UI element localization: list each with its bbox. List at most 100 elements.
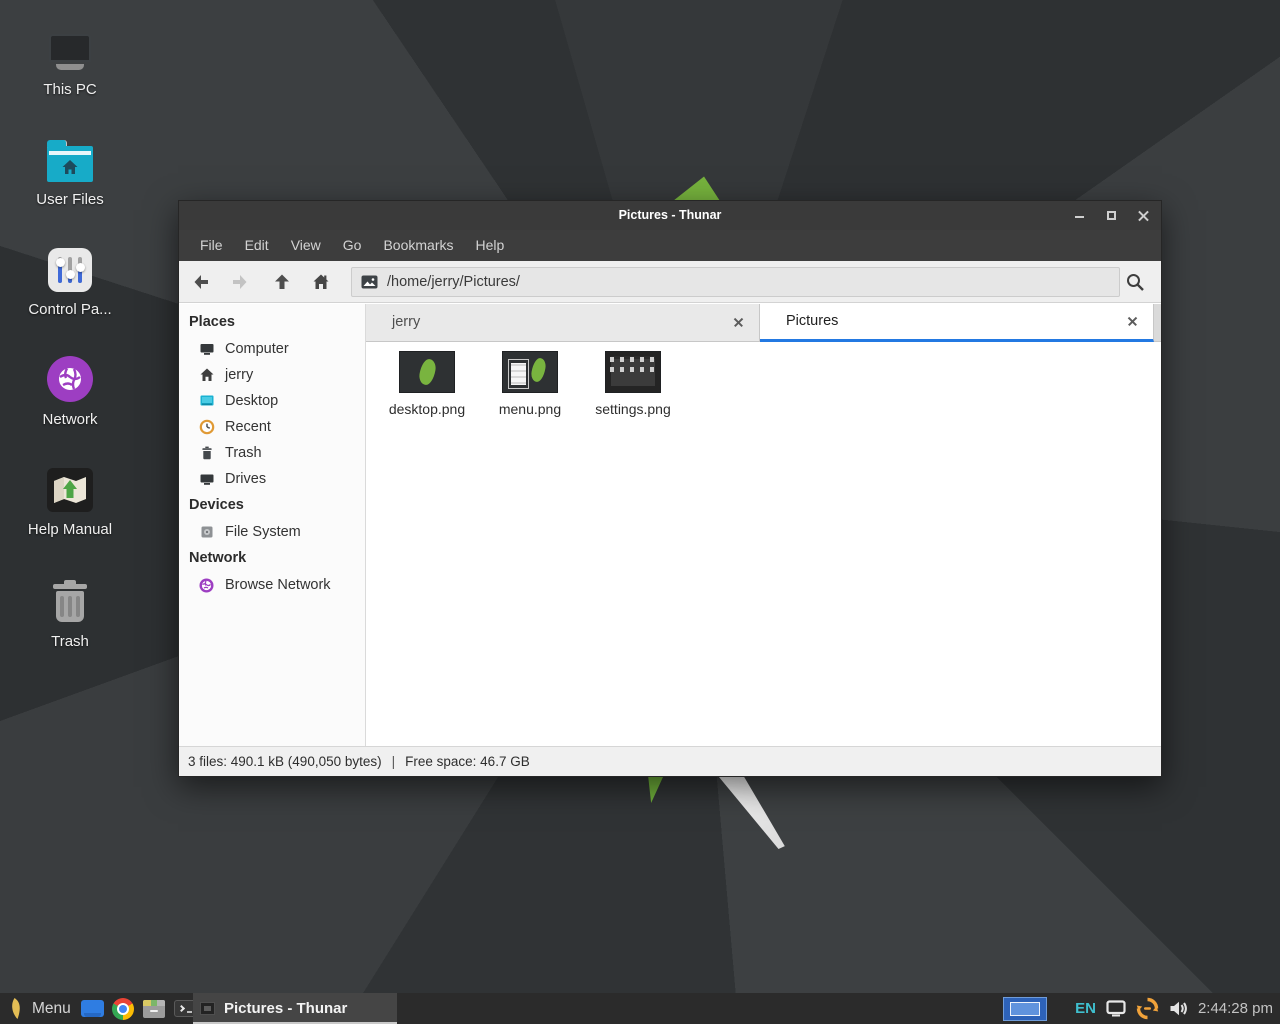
sidebar-item-file-system[interactable]: File System: [179, 519, 365, 545]
thumbnail-menu-png: [502, 351, 558, 393]
taskbar: Menu Pictures - Thunar EN: [0, 993, 1280, 1024]
path-text[interactable]: /home/jerry/Pictures/: [387, 274, 520, 290]
desktop-icon-help-manual[interactable]: Help Manual: [8, 462, 132, 538]
file-desktop-png[interactable]: desktop.png: [382, 351, 472, 417]
desktop-icon-control-panel[interactable]: Control Pa...: [8, 242, 132, 318]
sidebar-item-desktop[interactable]: Desktop: [179, 388, 365, 414]
update-manager-icon[interactable]: [1136, 997, 1159, 1020]
clock[interactable]: 2:44:28 pm: [1198, 1000, 1273, 1017]
file-cabinet-icon: [143, 1000, 165, 1018]
sidebar-item-trash[interactable]: Trash: [179, 440, 365, 466]
back-button[interactable]: [184, 267, 218, 297]
menu-file[interactable]: File: [189, 230, 234, 261]
sidebar-header-places: Places: [179, 309, 365, 336]
launcher-files[interactable]: [77, 993, 108, 1024]
menu-button[interactable]: Menu: [0, 993, 77, 1024]
file-name: menu.png: [485, 401, 575, 417]
file-view[interactable]: desktop.png menu.png settings.png: [367, 342, 1161, 746]
window-title: Pictures - Thunar: [179, 201, 1161, 230]
desktop: This PC User Files Control Pa...: [0, 0, 1280, 1024]
launcher-chrome[interactable]: [108, 993, 139, 1024]
desktop-icon-network[interactable]: Network: [8, 352, 132, 428]
launcher-file-manager[interactable]: [139, 993, 170, 1024]
menu-leaf-icon: [7, 997, 23, 1020]
desktop-icon-user-files[interactable]: User Files: [8, 132, 132, 208]
sidebar-item-computer[interactable]: Computer: [179, 336, 365, 362]
home-button[interactable]: [304, 267, 338, 297]
menu-help[interactable]: Help: [465, 230, 516, 261]
menubar: File Edit View Go Bookmarks Help: [179, 230, 1161, 261]
menu-bookmarks[interactable]: Bookmarks: [372, 230, 464, 261]
desktop-icon-label: Network: [8, 411, 132, 428]
desktop-icon-this-pc[interactable]: This PC: [8, 22, 132, 98]
home-icon: [311, 272, 331, 292]
tab-label: Pictures: [760, 304, 1153, 339]
status-bar: 3 files: 490.1 kB (490,050 bytes) | Free…: [179, 746, 1161, 776]
workspace-1[interactable]: [1010, 1002, 1040, 1016]
file-name: settings.png: [588, 401, 678, 417]
task-label: Pictures - Thunar: [224, 1000, 347, 1017]
desktop-icon-label: Control Pa...: [8, 301, 132, 318]
search-button[interactable]: [1117, 267, 1153, 297]
forward-button[interactable]: [223, 267, 257, 297]
desktop-icon-label: User Files: [8, 191, 132, 208]
status-free-space-text: Free space: 46.7 GB: [405, 754, 530, 769]
picture-icon: [361, 275, 378, 289]
sidebar-item-jerry[interactable]: jerry: [179, 362, 365, 388]
drives-icon: [198, 471, 215, 488]
system-tray: EN 2:44:28 pm: [1075, 993, 1280, 1024]
computer-icon: [198, 341, 215, 358]
sidebar-item-drives[interactable]: Drives: [179, 466, 365, 492]
file-settings-png[interactable]: settings.png: [588, 351, 678, 417]
back-arrow-icon: [191, 272, 211, 292]
home-icon: [198, 367, 215, 384]
blue-window-icon: [81, 1000, 104, 1017]
status-separator: |: [392, 754, 396, 769]
network-globe-icon: [8, 352, 132, 402]
sidebar-item-label: Drives: [225, 471, 266, 487]
close-button[interactable]: [1136, 208, 1151, 223]
display-tray-icon[interactable]: [1106, 1000, 1126, 1017]
tabbar-filler: [1154, 304, 1161, 342]
search-icon: [1125, 272, 1145, 292]
keyboard-layout-indicator[interactable]: EN: [1075, 1000, 1096, 1017]
desktop-icon-trash[interactable]: Trash: [8, 574, 132, 650]
task-window-icon: [200, 1002, 215, 1015]
help-manual-icon: [8, 462, 132, 512]
taskbar-task-pictures-thunar[interactable]: Pictures - Thunar: [193, 993, 397, 1024]
workspace-pager[interactable]: [1003, 997, 1047, 1021]
sidebar: Places Computer jerry Desktop Recent Tra…: [179, 304, 366, 746]
menu-edit[interactable]: Edit: [234, 230, 280, 261]
tab-jerry[interactable]: jerry: [366, 304, 760, 342]
path-bar[interactable]: /home/jerry/Pictures/: [351, 267, 1120, 297]
tab-pictures[interactable]: Pictures: [760, 304, 1154, 342]
tab-close-icon[interactable]: [732, 316, 745, 329]
user-files-folder-icon: [8, 132, 132, 182]
maximize-button[interactable]: [1104, 208, 1119, 223]
file-name: desktop.png: [382, 401, 472, 417]
menu-go[interactable]: Go: [332, 230, 373, 261]
sidebar-item-label: Recent: [225, 419, 271, 435]
volume-icon[interactable]: [1169, 1000, 1188, 1017]
thumbnail-settings-png: [605, 351, 661, 393]
up-button[interactable]: [265, 267, 299, 297]
tab-close-icon[interactable]: [1126, 315, 1139, 328]
sidebar-item-label: Trash: [225, 445, 262, 461]
chrome-icon: [112, 998, 134, 1020]
network-globe-icon: [198, 577, 215, 594]
tab-bar: jerry Pictures: [366, 304, 1161, 342]
sidebar-header-devices: Devices: [179, 492, 365, 519]
computer-icon: [8, 22, 132, 72]
sidebar-item-label: Computer: [225, 341, 289, 357]
file-menu-png[interactable]: menu.png: [485, 351, 575, 417]
recent-clock-icon: [198, 419, 215, 436]
status-files-text: 3 files: 490.1 kB (490,050 bytes): [188, 754, 382, 769]
menu-view[interactable]: View: [280, 230, 332, 261]
window-titlebar[interactable]: Pictures - Thunar: [179, 201, 1161, 230]
tab-label: jerry: [366, 304, 759, 341]
sidebar-item-recent[interactable]: Recent: [179, 414, 365, 440]
minimize-button[interactable]: [1072, 208, 1087, 223]
sidebar-item-browse-network[interactable]: Browse Network: [179, 572, 365, 598]
forward-arrow-icon: [230, 272, 250, 292]
thunar-window: Pictures - Thunar File Edit View Go Book…: [178, 200, 1162, 777]
